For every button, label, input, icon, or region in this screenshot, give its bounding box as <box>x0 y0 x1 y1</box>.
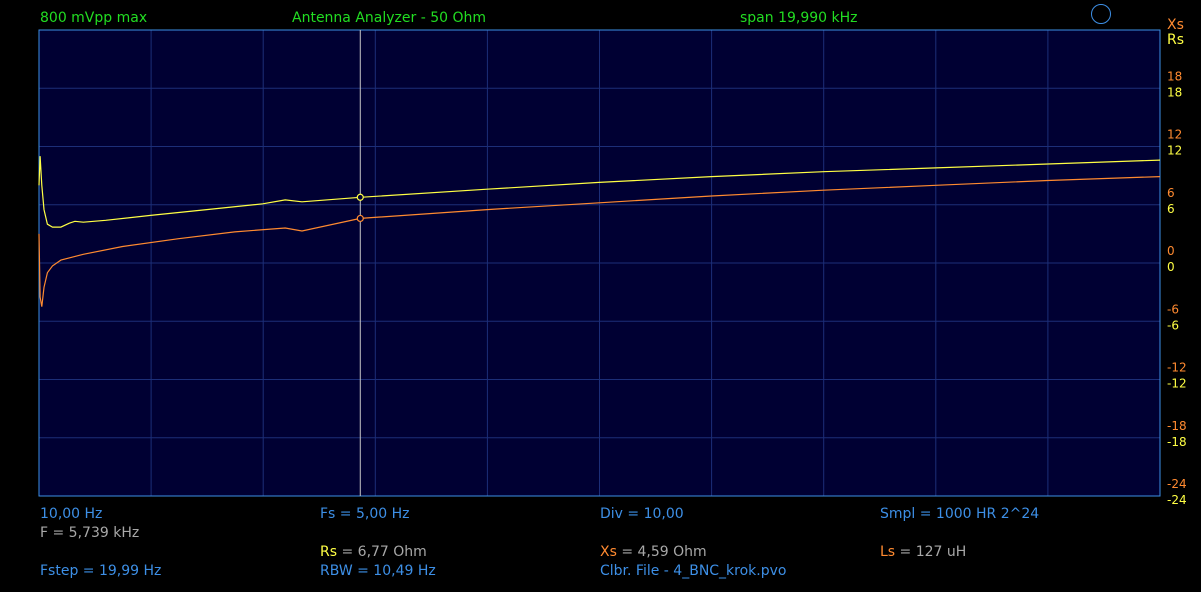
tick-label-xs: -18 <box>1167 419 1187 433</box>
cursor-marker-rs <box>356 193 364 201</box>
xs-readout: Xs = 4,59 Ohm <box>600 544 707 560</box>
xs-readout-label: Xs <box>600 544 617 560</box>
tick-label-xs: -24 <box>1167 477 1187 491</box>
page-title: Antenna Analyzer - 50 Ohm <box>292 10 486 26</box>
chart-area: 18 12 6 0 -6 -12 -18 -24 18 12 6 0 -6 -12 -18 -24 <box>38 29 1187 507</box>
calibration-file: Clbr. File - 4_BNC_krok.pvo <box>600 563 787 579</box>
cursor-frequency: F = 5,739 kHz <box>40 525 140 541</box>
tick-label-rs: -18 <box>1167 435 1187 449</box>
tick-label-xs: 0 <box>1167 244 1175 258</box>
tick-label-rs: -6 <box>1167 318 1179 332</box>
tick-label-xs: 12 <box>1167 128 1182 142</box>
cursor-marker-xs <box>356 214 364 223</box>
tick-label-xs: -6 <box>1167 302 1179 316</box>
tick-label-rs: 6 <box>1167 202 1175 216</box>
resolution-bandwidth: RBW = 10,49 Hz <box>320 563 436 579</box>
tick-label-rs: 12 <box>1167 144 1182 158</box>
tick-label-rs: 18 <box>1167 85 1182 99</box>
tick-label-xs: 18 <box>1167 69 1182 83</box>
legend-xs: Xs <box>1167 17 1184 33</box>
division: Div = 10,00 <box>600 506 684 522</box>
tick-label-rs: -24 <box>1167 493 1187 507</box>
ls-readout-value: = 127 uH <box>895 544 967 560</box>
start-frequency: 10,00 Hz <box>40 506 103 522</box>
rs-readout: Rs = 6,77 Ohm <box>320 544 427 560</box>
frequency-step: Fstep = 19,99 Hz <box>40 563 162 579</box>
sample-rate: Fs = 5,00 Hz <box>320 506 410 522</box>
amplitude-label: 800 mVpp max <box>40 10 148 26</box>
status-circle-icon[interactable] <box>1091 4 1111 24</box>
ls-readout: Ls = 127 uH <box>880 544 966 560</box>
legend-rs: Rs <box>1167 32 1185 48</box>
tick-label-rs: -12 <box>1167 377 1187 391</box>
ls-readout-label: Ls <box>880 544 896 560</box>
rs-readout-label: Rs <box>320 544 338 560</box>
samples: Smpl = 1000 HR 2^24 <box>880 506 1040 522</box>
tick-label-xs: -12 <box>1167 361 1187 375</box>
tick-label-rs: 0 <box>1167 260 1175 274</box>
span-label: span 19,990 kHz <box>740 10 858 26</box>
tick-label-xs: 6 <box>1167 186 1175 200</box>
xs-readout-value: = 4,59 Ohm <box>616 544 707 560</box>
rs-readout-value: = 6,77 Ohm <box>337 544 427 560</box>
